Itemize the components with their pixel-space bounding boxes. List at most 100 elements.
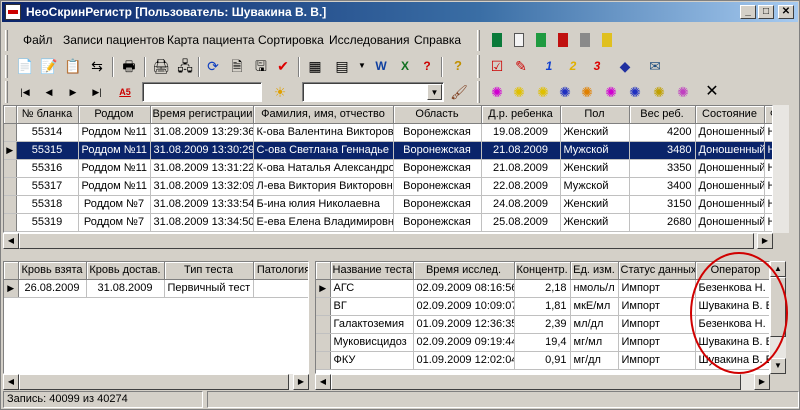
table-cell[interactable]: Женский (560, 195, 630, 214)
column-header[interactable]: Время регистрации (150, 106, 254, 124)
save-icon[interactable]: 🖫 (250, 55, 272, 77)
table-cell[interactable]: 21.08.2009 (481, 141, 561, 160)
scroll-thumb[interactable] (770, 277, 786, 337)
table-row[interactable]: 55316 Роддом №11 31.08.2009 13:31:22 К-ова … (4, 159, 772, 178)
table-cell[interactable]: мг/мл (570, 333, 619, 352)
table-cell[interactable]: Воронежская (393, 213, 482, 232)
level-3-icon[interactable]: 3 (586, 55, 608, 77)
menu-patient-card[interactable]: Карта пациента (167, 33, 255, 47)
column-header[interactable]: Ед. изм. (570, 262, 619, 280)
column-header[interactable]: Фамилия, имя, отчество (253, 106, 394, 124)
close-button[interactable]: ✕ (778, 5, 794, 19)
table-cell[interactable]: 22.08.2009 (481, 177, 561, 196)
print-icon[interactable]: 🖶 (118, 55, 140, 77)
table-cell[interactable]: мг/дл (570, 351, 619, 370)
column-header[interactable]: Кровь достав. (86, 262, 165, 280)
bulb-yellow-icon[interactable]: ✺ (508, 81, 530, 103)
scroll-thumb[interactable] (19, 233, 754, 249)
sort-az-icon[interactable]: A5 (114, 81, 136, 103)
toolbar-grip[interactable] (5, 55, 8, 78)
brush-icon[interactable]: 🖌 (448, 81, 470, 103)
column-header[interactable]: Ф (764, 106, 772, 124)
maximize-button[interactable]: □ (758, 5, 774, 19)
column-header[interactable]: Концентр. (514, 262, 571, 280)
table-cell[interactable]: 25.08.2009 (481, 213, 561, 232)
table-cell[interactable]: Л-ева Виктория Викторовн (253, 177, 394, 196)
table-cell[interactable]: Б-ина юлия Николаевна (253, 195, 394, 214)
table-cell[interactable]: Импорт (618, 351, 696, 370)
table-cell[interactable]: Импорт (618, 315, 696, 334)
red-book-icon[interactable] (552, 29, 574, 51)
level-1-icon[interactable]: 1 (538, 55, 560, 77)
table-cell[interactable]: Роддом №11 (78, 123, 151, 142)
pen-icon[interactable]: ✎ (510, 55, 532, 77)
table-cell[interactable]: 02.09.2009 08:16:56 (413, 279, 515, 298)
bulb-gold-icon[interactable]: ✺ (648, 81, 670, 103)
table-cell[interactable]: Роддом №7 (78, 195, 151, 214)
table-cell[interactable]: 55318 (16, 195, 79, 214)
table-cell[interactable]: Импорт (618, 333, 696, 352)
checklist-icon[interactable]: ☑ (486, 55, 508, 77)
table-cell[interactable]: Муковисцидоз (330, 333, 414, 352)
column-header[interactable]: Вес реб. (629, 106, 696, 124)
table-cell[interactable]: 19.08.2009 (481, 123, 561, 142)
table-cell[interactable]: 3150 (629, 195, 696, 214)
green-book-2-icon[interactable] (530, 29, 552, 51)
green-book-icon[interactable] (486, 29, 508, 51)
last-record-icon[interactable]: ▶| (86, 81, 108, 103)
table-cell[interactable]: 31.08.2009 13:34:50 (150, 213, 254, 232)
table-cell[interactable]: 21.08.2009 (481, 159, 561, 178)
table-cell[interactable]: Н (764, 123, 772, 142)
edit-record-icon[interactable]: 📝 (38, 55, 60, 77)
table-cell[interactable]: Роддом №7 (78, 213, 151, 232)
scroll-down-icon[interactable]: ▼ (770, 358, 786, 374)
scroll-thumb[interactable] (19, 374, 289, 390)
menu-patient-records[interactable]: Записи пациентов (63, 33, 165, 47)
table-cell[interactable]: К-ова Наталья Александро (253, 159, 394, 178)
chevron-down-icon[interactable]: ▼ (427, 84, 442, 100)
table-cell[interactable] (253, 279, 308, 298)
filter-combo[interactable]: ▼ (302, 82, 444, 102)
first-record-icon[interactable]: |◀ (14, 81, 36, 103)
table-cell[interactable]: Доношенный (695, 213, 765, 232)
table-cell[interactable]: 19,4 (514, 333, 571, 352)
table-cell[interactable]: К-ова Валентина Викторов (253, 123, 394, 142)
bulb-pink-icon[interactable]: ✺ (600, 81, 622, 103)
menu-help[interactable]: Справка (414, 33, 461, 47)
network-icon[interactable]: 🖧 (174, 55, 196, 77)
scroll-left-icon[interactable]: ◀ (315, 374, 331, 390)
table-cell[interactable]: 31.08.2009 13:30:29 (150, 141, 254, 160)
copy-record-icon[interactable]: 📋 (62, 55, 84, 77)
table-cell[interactable]: Роддом №11 (78, 159, 151, 178)
scroll-left-icon[interactable]: ◀ (3, 374, 19, 390)
column-header[interactable]: Время исслед. (413, 262, 515, 280)
table-cell[interactable]: 2,39 (514, 315, 571, 334)
table-cell[interactable]: Импорт (618, 297, 696, 316)
table-cell[interactable]: 55314 (16, 123, 79, 142)
table-cell[interactable]: 1,81 (514, 297, 571, 316)
table-cell[interactable]: Доношенный (695, 159, 765, 178)
table-cell[interactable]: Н (764, 141, 772, 160)
column-header[interactable]: Роддом (78, 106, 151, 124)
column-header[interactable]: Название теста (330, 262, 414, 280)
table-cell[interactable]: нмоль/л (570, 279, 619, 298)
bulb-navy-icon[interactable]: ✺ (624, 81, 646, 103)
table-cell[interactable]: 2680 (629, 213, 696, 232)
table-row[interactable]: ▶ 55315 Роддом №11 31.08.2009 13:30:29 С-ова… (4, 141, 772, 160)
table-cell[interactable]: 55319 (16, 213, 79, 232)
query-icon[interactable]: ? (416, 55, 438, 77)
column-header[interactable]: Область (393, 106, 482, 124)
table-cell[interactable]: 3350 (629, 159, 696, 178)
table-cell[interactable]: Безенкова Н. Н. (695, 315, 769, 334)
table-cell[interactable]: Шувакина В. В. (695, 333, 769, 352)
table-cell[interactable]: 3400 (629, 177, 696, 196)
search-input[interactable] (142, 82, 262, 102)
table-row[interactable]: 55319 Роддом №7 31.08.2009 13:34:50 Е-ева Е… (4, 213, 772, 232)
column-header[interactable]: Оператор (695, 262, 769, 280)
table-cell[interactable]: ВГ (330, 297, 414, 316)
toolbar-grip[interactable] (5, 81, 8, 103)
table-cell[interactable]: Воронежская (393, 141, 482, 160)
table-cell[interactable]: 02.09.2009 09:19:44 (413, 333, 515, 352)
bulb-yellow-2-icon[interactable]: ✺ (532, 81, 554, 103)
level-2-icon[interactable]: 2 (562, 55, 584, 77)
